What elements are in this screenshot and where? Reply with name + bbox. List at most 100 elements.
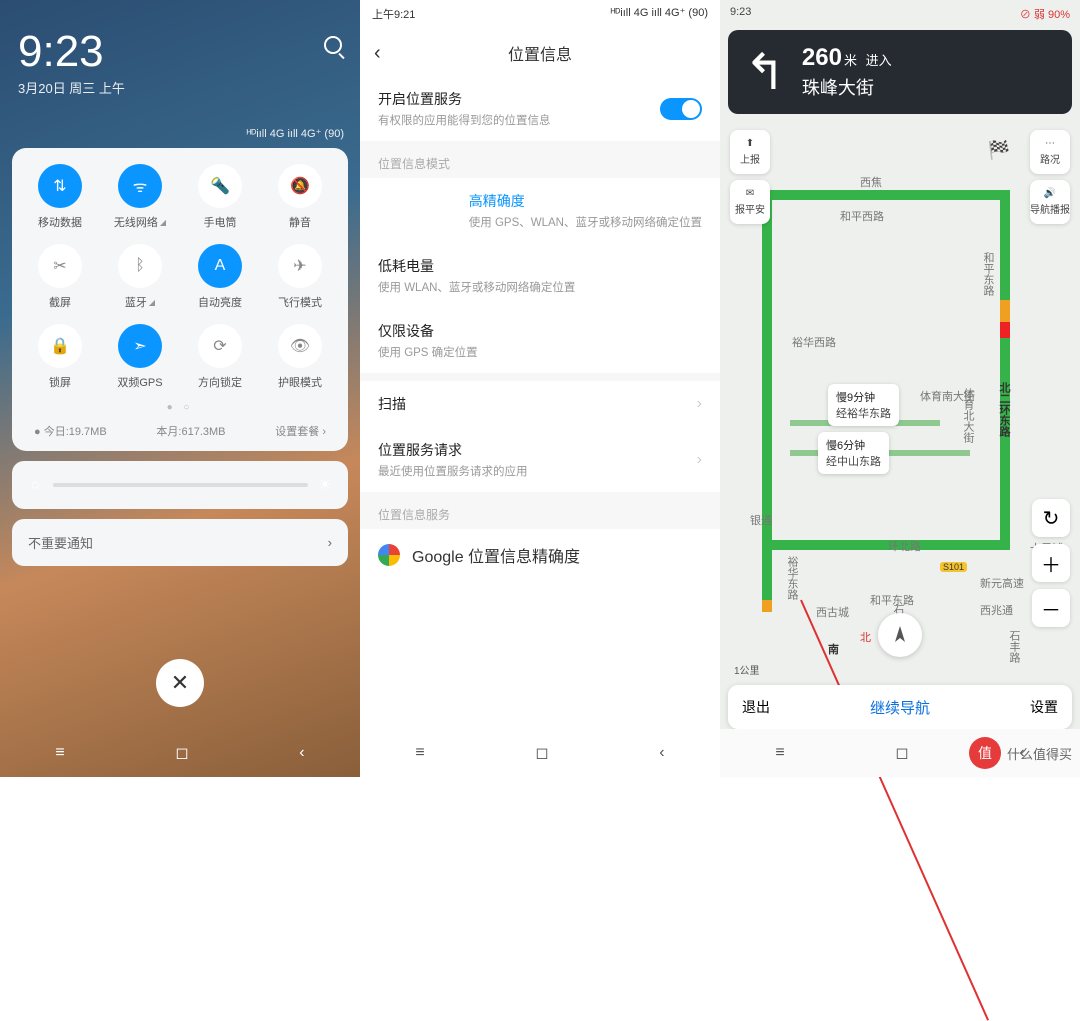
- brightness-slider[interactable]: ☼ ☀: [12, 461, 348, 509]
- sun-bright-icon: ☀: [318, 475, 332, 495]
- watermark-badge-icon: 值: [969, 737, 1001, 769]
- location-mode-row[interactable]: 高精确度使用 GPS、WLAN、蓝牙或移动网络确定位置: [360, 178, 720, 243]
- exit-button[interactable]: 退出: [728, 697, 784, 717]
- usage-month: 本月:617.3MB: [156, 423, 225, 439]
- toggle-label: 护眼模式: [278, 374, 322, 390]
- back-icon[interactable]: ‹: [659, 744, 664, 762]
- toggle-mute[interactable]: 🔕 静音: [260, 164, 340, 230]
- safety-button[interactable]: ✉ 报平安: [730, 180, 770, 224]
- usage-plan-link[interactable]: 设置套餐 ›: [275, 423, 326, 439]
- toggle-label: 蓝牙◢: [125, 294, 155, 310]
- page-dots[interactable]: ● ○: [20, 402, 340, 413]
- rotate-icon: ⟳: [198, 324, 242, 368]
- toggle-eye[interactable]: 👁 护眼模式: [260, 324, 340, 390]
- toggle-wifi[interactable]: ᯤ 无线网络◢: [100, 164, 180, 230]
- zoom-in-button[interactable]: ＋: [1032, 544, 1070, 582]
- toggle-label: 手电筒: [204, 214, 237, 230]
- alt-route-tip[interactable]: 慢9分钟 经裕华东路: [828, 384, 899, 426]
- location-requests-row[interactable]: 位置服务请求 最近使用位置服务请求的应用 ›: [360, 427, 720, 492]
- toggle-scissors[interactable]: ✂ 截屏: [20, 244, 100, 310]
- recent-apps-icon[interactable]: ≡: [415, 744, 424, 762]
- zoom-out-button[interactable]: －: [1032, 589, 1070, 627]
- home-icon[interactable]: ◻: [175, 743, 188, 763]
- enable-title: 开启位置服务: [378, 89, 551, 109]
- page-header: ‹ 位置信息: [360, 30, 720, 76]
- road-label: 和平东路: [870, 592, 914, 608]
- road-label: 西兆通: [980, 602, 1013, 618]
- compass-north: 北: [860, 629, 871, 645]
- close-button[interactable]: ✕: [156, 659, 204, 707]
- scan-row[interactable]: 扫描 ›: [360, 381, 720, 427]
- toggle-rotate[interactable]: ⟳ 方向锁定: [180, 324, 260, 390]
- request-desc: 最近使用位置服务请求的应用: [378, 463, 528, 479]
- report-button[interactable]: ⬆ 上报: [730, 130, 770, 174]
- toggle-gps[interactable]: ➣ 双频GPS: [100, 324, 180, 390]
- road-label: 西焦: [860, 174, 882, 190]
- status-header: 9:23 3月20日 周三 上午: [0, 0, 360, 105]
- mode-title: 仅限设备: [378, 321, 478, 341]
- toggle-label: 方向锁定: [198, 374, 242, 390]
- enable-location-switch[interactable]: [660, 98, 702, 120]
- toggle-label: 飞行模式: [278, 294, 322, 310]
- toggle-plane[interactable]: ✈ 飞行模式: [260, 244, 340, 310]
- gps-icon: ➣: [118, 324, 162, 368]
- status-time: 9:23: [730, 6, 751, 28]
- toggle-swap[interactable]: ⇅ 移动数据: [20, 164, 100, 230]
- mode-title: 低耗电量: [378, 256, 575, 276]
- road-label: 西古城: [816, 604, 849, 620]
- continue-nav-button[interactable]: 继续导航: [784, 697, 1016, 718]
- gps-signal: ⊘ 弱 90%: [1020, 6, 1070, 28]
- back-button[interactable]: ‹: [374, 42, 381, 65]
- enable-desc: 有权限的应用能得到您的位置信息: [378, 112, 551, 128]
- toggle-torch[interactable]: 🔦 手电筒: [180, 164, 260, 230]
- location-settings-screen: 上午9:21 ᴴᴰiıll 4G iıll 4G⁺ (90) ‹ 位置信息 开启…: [360, 0, 720, 777]
- nav-settings-button[interactable]: 设置: [1016, 697, 1072, 717]
- status-time: 上午9:21: [372, 6, 415, 30]
- auto-icon: A: [198, 244, 242, 288]
- google-logo-icon: [378, 544, 400, 566]
- toggle-auto[interactable]: A 自动亮度: [180, 244, 260, 310]
- unimportant-notifications-row[interactable]: 不重要通知 ›: [12, 519, 348, 566]
- alt-route-tip[interactable]: 慢6分钟 经中山东路: [818, 432, 889, 474]
- highway-shield: S101: [940, 562, 967, 572]
- location-mode-row[interactable]: 低耗电量使用 WLAN、蓝牙或移动网络确定位置: [360, 243, 720, 308]
- google-accuracy-row[interactable]: Google 位置信息精确度: [360, 529, 720, 581]
- map-scale: 1公里: [734, 662, 760, 677]
- toggle-bt[interactable]: ᛒ 蓝牙◢: [100, 244, 180, 310]
- search-icon[interactable]: [324, 36, 342, 54]
- distance: 260: [802, 44, 842, 71]
- road-label: 石丰路: [1006, 630, 1022, 663]
- instruction-card[interactable]: ↰ 260米 进入 珠峰大街: [728, 30, 1072, 114]
- turn-left-icon: ↰: [744, 43, 786, 101]
- status-bar: 上午9:21 ᴴᴰiıll 4G iıll 4G⁺ (90): [360, 0, 720, 30]
- watermark: 值 什么值得买: [969, 737, 1072, 769]
- home-icon[interactable]: ◻: [535, 743, 548, 763]
- compass-button[interactable]: [878, 613, 922, 657]
- location-mode-row[interactable]: 仅限设备使用 GPS 确定位置: [360, 308, 720, 373]
- voice-button[interactable]: 🔊 导航播报: [1030, 180, 1070, 224]
- toggle-lock[interactable]: 🔒 锁屏: [20, 324, 100, 390]
- toggle-label: 无线网络◢: [114, 214, 166, 230]
- status-network: ᴴᴰiıll 4G iıll 4G⁺ (90): [611, 6, 708, 30]
- recent-apps-icon[interactable]: ≡: [55, 744, 64, 762]
- chevron-right-icon: ›: [328, 535, 332, 550]
- street-name: 珠峰大街: [802, 74, 892, 100]
- back-icon[interactable]: ‹: [299, 744, 304, 762]
- scissors-icon: ✂: [38, 244, 82, 288]
- home-icon[interactable]: ◻: [895, 743, 908, 763]
- mode-desc: 使用 GPS 确定位置: [378, 344, 478, 360]
- mode-desc: 使用 WLAN、蓝牙或移动网络确定位置: [378, 279, 575, 295]
- map-canvas[interactable]: 裕华西路 和平西路 西焦 西三环北路 西三环北路 体育北大街 北二环东路 裕华东…: [720, 0, 1080, 777]
- upload-icon: ⬆: [746, 138, 754, 149]
- wifi-icon: ᯤ: [118, 164, 162, 208]
- enable-location-row[interactable]: 开启位置服务 有权限的应用能得到您的位置信息: [360, 76, 720, 141]
- recent-apps-icon[interactable]: ≡: [775, 744, 784, 762]
- traffic-button[interactable]: ⋯ 路况: [1030, 130, 1070, 174]
- mode-desc: 使用 GPS、WLAN、蓝牙或移动网络确定位置: [469, 214, 702, 230]
- speaker-icon: 🔊: [1044, 188, 1056, 199]
- torch-icon: 🔦: [198, 164, 242, 208]
- mode-section-header: 位置信息模式: [360, 141, 720, 178]
- toggle-label: 静音: [289, 214, 311, 230]
- refresh-button[interactable]: ↻: [1032, 499, 1070, 537]
- data-usage-row[interactable]: ● 今日:19.7MB 本月:617.3MB 设置套餐 ›: [20, 413, 340, 441]
